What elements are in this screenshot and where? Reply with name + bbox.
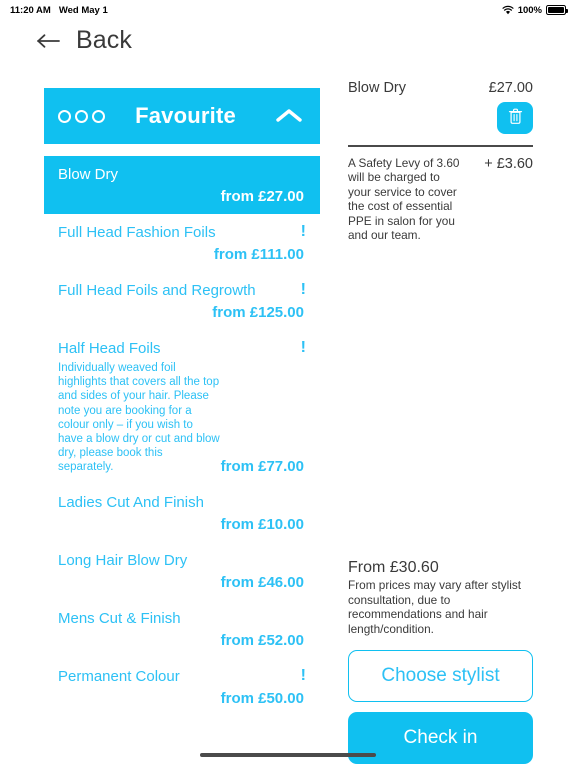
- service-row-blow-dry[interactable]: Blow Dry from £27.00: [44, 156, 320, 214]
- basket-item: Blow Dry £27.00: [348, 80, 533, 96]
- status-bar-left: 11:20 AM Wed May 1: [10, 5, 108, 16]
- service-row-half-head-foils[interactable]: Half Head Foils ! Individually weaved fo…: [44, 330, 320, 484]
- basket-divider: [348, 145, 533, 147]
- basket-actions: [348, 96, 533, 134]
- service-row-mens-cut-and-finish[interactable]: Mens Cut & Finish from £52.00: [44, 600, 320, 658]
- service-row-top: Mens Cut & Finish: [58, 609, 306, 628]
- check-in-label: Check in: [403, 727, 478, 749]
- choose-stylist-label: Choose stylist: [381, 665, 500, 687]
- service-price: from £46.00: [220, 573, 304, 591]
- three-circles-icon: [58, 109, 105, 123]
- basket-item-name: Blow Dry: [348, 80, 407, 96]
- service-name: Full Head Fashion Foils: [58, 224, 216, 241]
- service-row-top: Full Head Fashion Foils !: [58, 223, 306, 242]
- check-in-button[interactable]: Check in: [348, 712, 533, 765]
- service-row-long-hair-blow-dry[interactable]: Long Hair Blow Dry from £46.00: [44, 542, 320, 600]
- service-price: from £50.00: [220, 689, 304, 707]
- basket-item-price: £27.00: [488, 80, 533, 96]
- warning-icon[interactable]: !: [294, 281, 306, 299]
- status-bar-right: 100%: [502, 4, 568, 16]
- category-header-favourite[interactable]: Favourite: [44, 88, 320, 144]
- home-indicator: [200, 753, 376, 757]
- app-screen: 11:20 AM Wed May 1 100% Back Favourite B…: [0, 0, 576, 768]
- service-row-top: Ladies Cut And Finish: [58, 493, 306, 512]
- safety-levy-amount: + £3.60: [484, 155, 533, 172]
- service-description: Individually weaved foil highlights that…: [58, 362, 220, 474]
- back-label: Back: [76, 26, 132, 54]
- status-date: Wed May 1: [58, 4, 108, 16]
- back-button[interactable]: Back: [36, 26, 132, 55]
- choose-stylist-button[interactable]: Choose stylist: [348, 650, 533, 703]
- service-row-top: Blow Dry: [58, 165, 306, 184]
- warning-icon[interactable]: !: [294, 223, 306, 241]
- service-row-top: Half Head Foils !: [58, 339, 306, 358]
- battery-percent: 100%: [517, 4, 542, 16]
- service-name: Half Head Foils: [58, 340, 161, 357]
- arrow-left-icon: [36, 28, 62, 54]
- service-row-full-head-fashion-foils[interactable]: Full Head Fashion Foils ! from £111.00: [44, 214, 320, 272]
- service-name: Ladies Cut And Finish: [58, 493, 204, 511]
- service-name: Mens Cut & Finish: [58, 609, 181, 627]
- header-spacer: [44, 144, 320, 156]
- safety-levy-text: A Safety Levy of 3.60 will be charged to…: [348, 155, 460, 243]
- safety-levy-row: A Safety Levy of 3.60 will be charged to…: [348, 156, 533, 244]
- service-price: from £27.00: [220, 188, 304, 205]
- service-row-permanent-colour[interactable]: Permanent Colour ! from £50.00: [44, 658, 320, 716]
- basket-panel: Blow Dry £27.00 A Safety Levy of 3.60 wi…: [348, 80, 533, 243]
- service-name: Permanent Colour: [58, 667, 180, 685]
- service-row-body: Individually weaved foil highlights that…: [58, 358, 306, 475]
- trash-icon: [508, 108, 523, 128]
- service-row-top: Full Head Foils and Regrowth !: [58, 281, 306, 300]
- checkout-footer: From £30.60 From prices may vary after s…: [348, 558, 533, 765]
- total-price: From £30.60: [348, 559, 439, 576]
- service-price: from £77.00: [220, 457, 304, 475]
- service-row-ladies-cut-and-finish[interactable]: Ladies Cut And Finish from £10.00: [44, 484, 320, 542]
- status-time: 11:20 AM: [10, 4, 51, 16]
- service-price: from £52.00: [220, 631, 304, 649]
- service-name: Blow Dry: [58, 166, 119, 183]
- wifi-icon: [502, 5, 514, 15]
- battery-full-icon: [546, 5, 568, 15]
- service-price: from £111.00: [213, 246, 304, 263]
- warning-icon[interactable]: !: [294, 667, 306, 685]
- service-list-column: Favourite Blow Dry from £27.00 Full Head…: [44, 88, 320, 716]
- price-disclaimer: From prices may vary after stylist consu…: [348, 578, 522, 636]
- service-row-top: Long Hair Blow Dry: [58, 551, 306, 570]
- chevron-up-icon[interactable]: [272, 107, 306, 125]
- service-price: from £10.00: [220, 515, 304, 533]
- category-title: Favourite: [135, 103, 236, 128]
- status-bar: 11:20 AM Wed May 1 100%: [0, 0, 576, 20]
- service-name: Full Head Foils and Regrowth: [58, 282, 256, 299]
- service-name: Long Hair Blow Dry: [58, 551, 188, 569]
- service-price: from £125.00: [212, 304, 304, 321]
- service-row-top: Permanent Colour !: [58, 667, 306, 686]
- warning-icon[interactable]: !: [294, 339, 306, 357]
- service-row-full-head-foils-and-regrowth[interactable]: Full Head Foils and Regrowth ! from £125…: [44, 272, 320, 330]
- delete-item-button[interactable]: [497, 102, 533, 134]
